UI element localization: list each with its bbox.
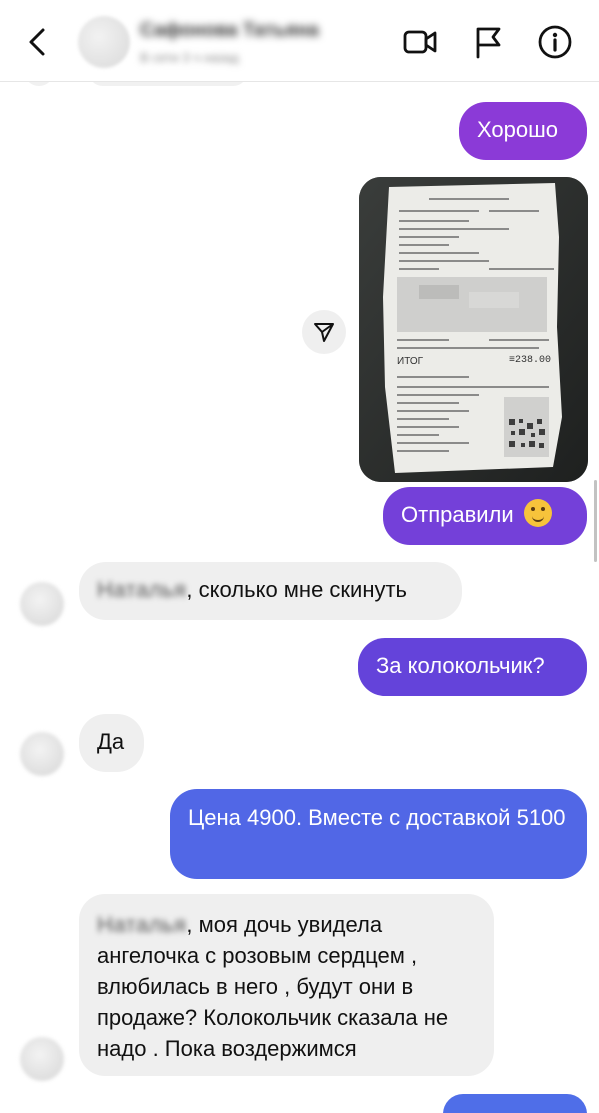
message-bubble-outgoing[interactable]: За колокольчик?: [358, 638, 587, 696]
message-text: Да: [97, 729, 125, 754]
message-bubble-outgoing[interactable]: Цена 4900. Вместе с доставкой 5100: [170, 789, 587, 879]
chevron-left-icon: [29, 28, 45, 56]
chat-header: Сафонова Татьяна В сети 3 ч назад: [0, 0, 599, 82]
paper-plane-icon: [314, 323, 334, 342]
message-bubble-incoming[interactable]: Наталья, моя дочь увидела ангелочка с ро…: [79, 894, 494, 1076]
info-button[interactable]: [535, 22, 575, 62]
sender-name: Наталья: [97, 912, 187, 937]
sender-name: Наталья: [97, 577, 187, 602]
message-text: Цена 4900. Вместе с доставкой 5100: [188, 805, 566, 830]
sender-avatar[interactable]: [20, 582, 64, 626]
video-call-button[interactable]: [400, 22, 440, 62]
share-button[interactable]: [302, 310, 346, 354]
receipt-total-label: ИТОГ: [397, 356, 424, 367]
message-text: Хорошо: [477, 117, 559, 142]
photo-message[interactable]: ИТОГ ≡238.00: [359, 177, 588, 482]
receipt-photo: ИТОГ ≡238.00: [359, 177, 588, 482]
contact-status: В сети 3 ч назад: [140, 50, 239, 65]
message-text: , сколько мне скинуть: [186, 577, 408, 602]
report-button[interactable]: [468, 22, 508, 62]
scrollbar[interactable]: [594, 480, 597, 562]
message-text: За колокольчик?: [376, 653, 545, 678]
contact-avatar[interactable]: [78, 16, 130, 68]
message-thread[interactable]: Хорошо ИТОГ ≡238.00 Отправили Наталья, с…: [0, 56, 599, 1113]
sender-avatar[interactable]: [20, 732, 64, 776]
receipt-total-value: ≡238.00: [509, 355, 551, 366]
message-bubble-outgoing[interactable]: Хорошо: [459, 102, 587, 160]
message-bubble-incoming[interactable]: Да: [79, 714, 144, 772]
back-button[interactable]: [18, 22, 58, 62]
hugging-face-emoji-icon: [523, 499, 552, 527]
message-bubble-outgoing[interactable]: Отправили: [383, 487, 587, 545]
message-text: Отправили: [401, 502, 514, 527]
contact-name[interactable]: Сафонова Татьяна: [140, 20, 330, 42]
flag-icon: [476, 27, 501, 59]
direct-message-screen: Сафонова Татьяна В сети 3 ч назад Хорошо…: [0, 0, 599, 1113]
sender-avatar[interactable]: [20, 1037, 64, 1081]
video-camera-icon: [403, 30, 437, 54]
info-icon: [538, 25, 572, 59]
message-bubble-incoming[interactable]: Наталья, сколько мне скинуть: [79, 562, 462, 620]
cut-off-bubble[interactable]: [443, 1094, 587, 1113]
